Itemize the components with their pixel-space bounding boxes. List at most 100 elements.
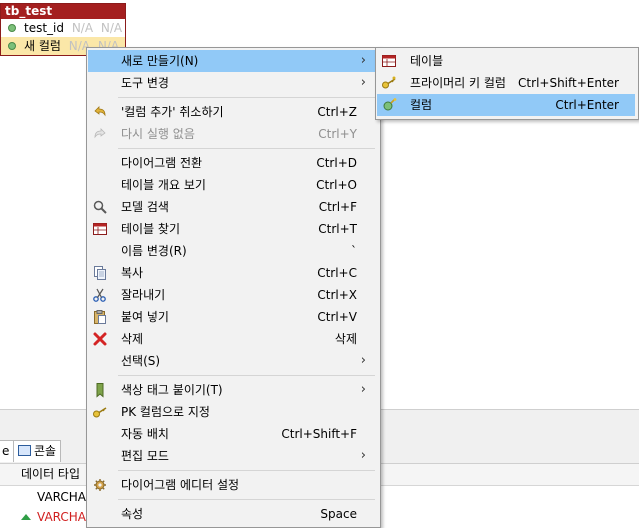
copy-icon [94, 266, 106, 280]
menu-item-label: 잘라내기 [121, 288, 166, 302]
column-name: 새 컬럼 [24, 39, 61, 53]
menu-item-shortcut: Ctrl+O [316, 178, 357, 192]
key-icon [382, 76, 396, 89]
menu-item-label: 다이어그램 전환 [121, 156, 203, 170]
submenu-item-primary-key-column[interactable]: 프라이머리 키 컬럼 Ctrl+Shift+Enter [377, 72, 635, 94]
menu-item-shortcut: Ctrl+Shift+F [281, 427, 357, 441]
menu-separator [118, 148, 375, 149]
menu-item-label: 다이어그램 에디터 설정 [121, 478, 240, 492]
menu-item-edit-mode[interactable]: 편집 모드 › [88, 445, 377, 467]
pk-icon [93, 407, 107, 418]
menu-item-shortcut: Ctrl+Y [318, 127, 357, 141]
menu-item-label: 속성 [121, 507, 144, 521]
column-dot-icon [8, 24, 16, 32]
menu-item-shortcut: Space [320, 507, 357, 521]
column-icon [383, 98, 397, 111]
menu-item-label: 복사 [121, 266, 144, 280]
cut-icon [93, 288, 106, 302]
column-name: test_id [24, 21, 64, 35]
menu-item-label: 색상 태그 붙이기(T) [121, 383, 223, 397]
submenu-item-table[interactable]: 테이블 [377, 50, 635, 72]
menu-item-shortcut: ` [351, 244, 357, 258]
chevron-right-icon: › [360, 382, 366, 397]
table-icon [93, 223, 107, 235]
menu-item-delete[interactable]: 삭제 삭제 [88, 328, 377, 350]
menu-item-color-tag[interactable]: 색상 태그 붙이기(T) › [88, 379, 377, 401]
menu-item-switch-diagram[interactable]: 다이어그램 전환 Ctrl+D [88, 152, 377, 174]
menu-item-model-search[interactable]: 모델 검색 Ctrl+F [88, 196, 377, 218]
tab-label: e [2, 444, 10, 458]
tab-label: 콘솔 [34, 444, 57, 458]
menu-item-select[interactable]: 선택(S) › [88, 350, 377, 372]
menu-separator [118, 470, 375, 471]
menu-item-label: 테이블 찾기 [121, 222, 181, 236]
color-tag-icon [96, 383, 104, 398]
menu-item-shortcut: Ctrl+Z [317, 105, 357, 119]
menu-item-redo: 다시 실행 없음 Ctrl+Y [88, 123, 377, 145]
submenu-item-shortcut: Ctrl+Enter [555, 98, 619, 112]
menu-item-set-pk[interactable]: PK 컬럼으로 지정 [88, 401, 377, 423]
menu-item-label: 이름 변경(R) [121, 244, 187, 258]
menu-item-label: PK 컬럼으로 지정 [121, 405, 210, 419]
menu-item-diagram-editor-settings[interactable]: 다이어그램 에디터 설정 [88, 474, 377, 496]
column-null: N/A [100, 21, 123, 35]
new-submenu: 테이블 프라이머리 키 컬럼 Ctrl+Shift+Enter 컬럼 Ctrl+… [375, 47, 639, 120]
menu-item-shortcut: Ctrl+D [316, 156, 357, 170]
submenu-item-label: 테이블 [410, 54, 444, 68]
submenu-item-label: 프라이머리 키 컬럼 [410, 76, 506, 90]
context-menu: 새로 만들기(N) › 도구 변경 › '컬럼 추가' 취소하기 Ctrl+Z … [86, 47, 381, 528]
menu-item-change-tool[interactable]: 도구 변경 › [88, 72, 377, 94]
menu-separator [118, 97, 375, 98]
green-triangle-icon [21, 514, 31, 520]
paste-icon [94, 310, 106, 324]
column-dot-icon [8, 42, 16, 50]
menu-item-paste[interactable]: 붙여 넣기 Ctrl+V [88, 306, 377, 328]
menu-item-find-table[interactable]: 테이블 찾기 Ctrl+T [88, 218, 377, 240]
menu-item-table-overview[interactable]: 테이블 개요 보기 Ctrl+O [88, 174, 377, 196]
entity-column-row[interactable]: test_id N/A N/A [1, 19, 125, 37]
menu-item-shortcut: Ctrl+T [318, 222, 357, 236]
menu-separator [118, 375, 375, 376]
menu-item-label: 붙여 넣기 [121, 310, 169, 324]
menu-separator [118, 499, 375, 500]
submenu-item-column[interactable]: 컬럼 Ctrl+Enter [377, 94, 635, 116]
menu-item-label: 모델 검색 [121, 200, 169, 214]
menu-item-new[interactable]: 새로 만들기(N) › [88, 50, 377, 72]
menu-item-label: 자동 배치 [121, 427, 169, 441]
menu-item-shortcut: Ctrl+F [318, 200, 357, 214]
chevron-right-icon: › [360, 53, 366, 68]
chevron-right-icon: › [360, 448, 366, 463]
menu-item-shortcut: Ctrl+X [317, 288, 357, 302]
search-icon [93, 200, 107, 214]
menu-item-label: 편집 모드 [121, 449, 169, 463]
table-icon [382, 55, 396, 67]
delete-icon [93, 332, 107, 346]
menu-item-rename[interactable]: 이름 변경(R) ` [88, 240, 377, 262]
menu-item-label: 선택(S) [121, 354, 161, 368]
tab-console[interactable]: 콘솔 [13, 440, 62, 462]
menu-item-shortcut: 삭제 [334, 332, 357, 346]
gear-icon [94, 479, 106, 491]
menu-item-copy[interactable]: 복사 Ctrl+C [88, 262, 377, 284]
menu-item-label: 새로 만들기(N) [121, 54, 199, 68]
menu-item-label: 테이블 개요 보기 [121, 178, 206, 192]
menu-item-properties[interactable]: 속성 Space [88, 503, 377, 525]
menu-item-auto-layout[interactable]: 자동 배치 Ctrl+Shift+F [88, 423, 377, 445]
menu-item-label: '컬럼 추가' 취소하기 [121, 105, 224, 119]
chevron-right-icon: › [360, 353, 366, 368]
console-icon [18, 445, 31, 456]
menu-item-shortcut: Ctrl+C [317, 266, 357, 280]
menu-item-shortcut: Ctrl+V [317, 310, 357, 324]
cell-type: VARCHA [37, 490, 87, 504]
menu-item-label: 다시 실행 없음 [121, 127, 195, 141]
submenu-item-label: 컬럼 [410, 98, 433, 112]
menu-item-undo[interactable]: '컬럼 추가' 취소하기 Ctrl+Z [88, 101, 377, 123]
header-data-type: 데이터 타입 [21, 467, 81, 481]
chevron-right-icon: › [360, 75, 366, 90]
cell-type: VARCHA [37, 510, 87, 524]
menu-item-label: 삭제 [121, 332, 144, 346]
menu-item-label: 도구 변경 [121, 76, 169, 90]
menu-item-cut[interactable]: 잘라내기 Ctrl+X [88, 284, 377, 306]
submenu-item-shortcut: Ctrl+Shift+Enter [518, 76, 619, 90]
entity-title: tb_test [1, 4, 125, 19]
